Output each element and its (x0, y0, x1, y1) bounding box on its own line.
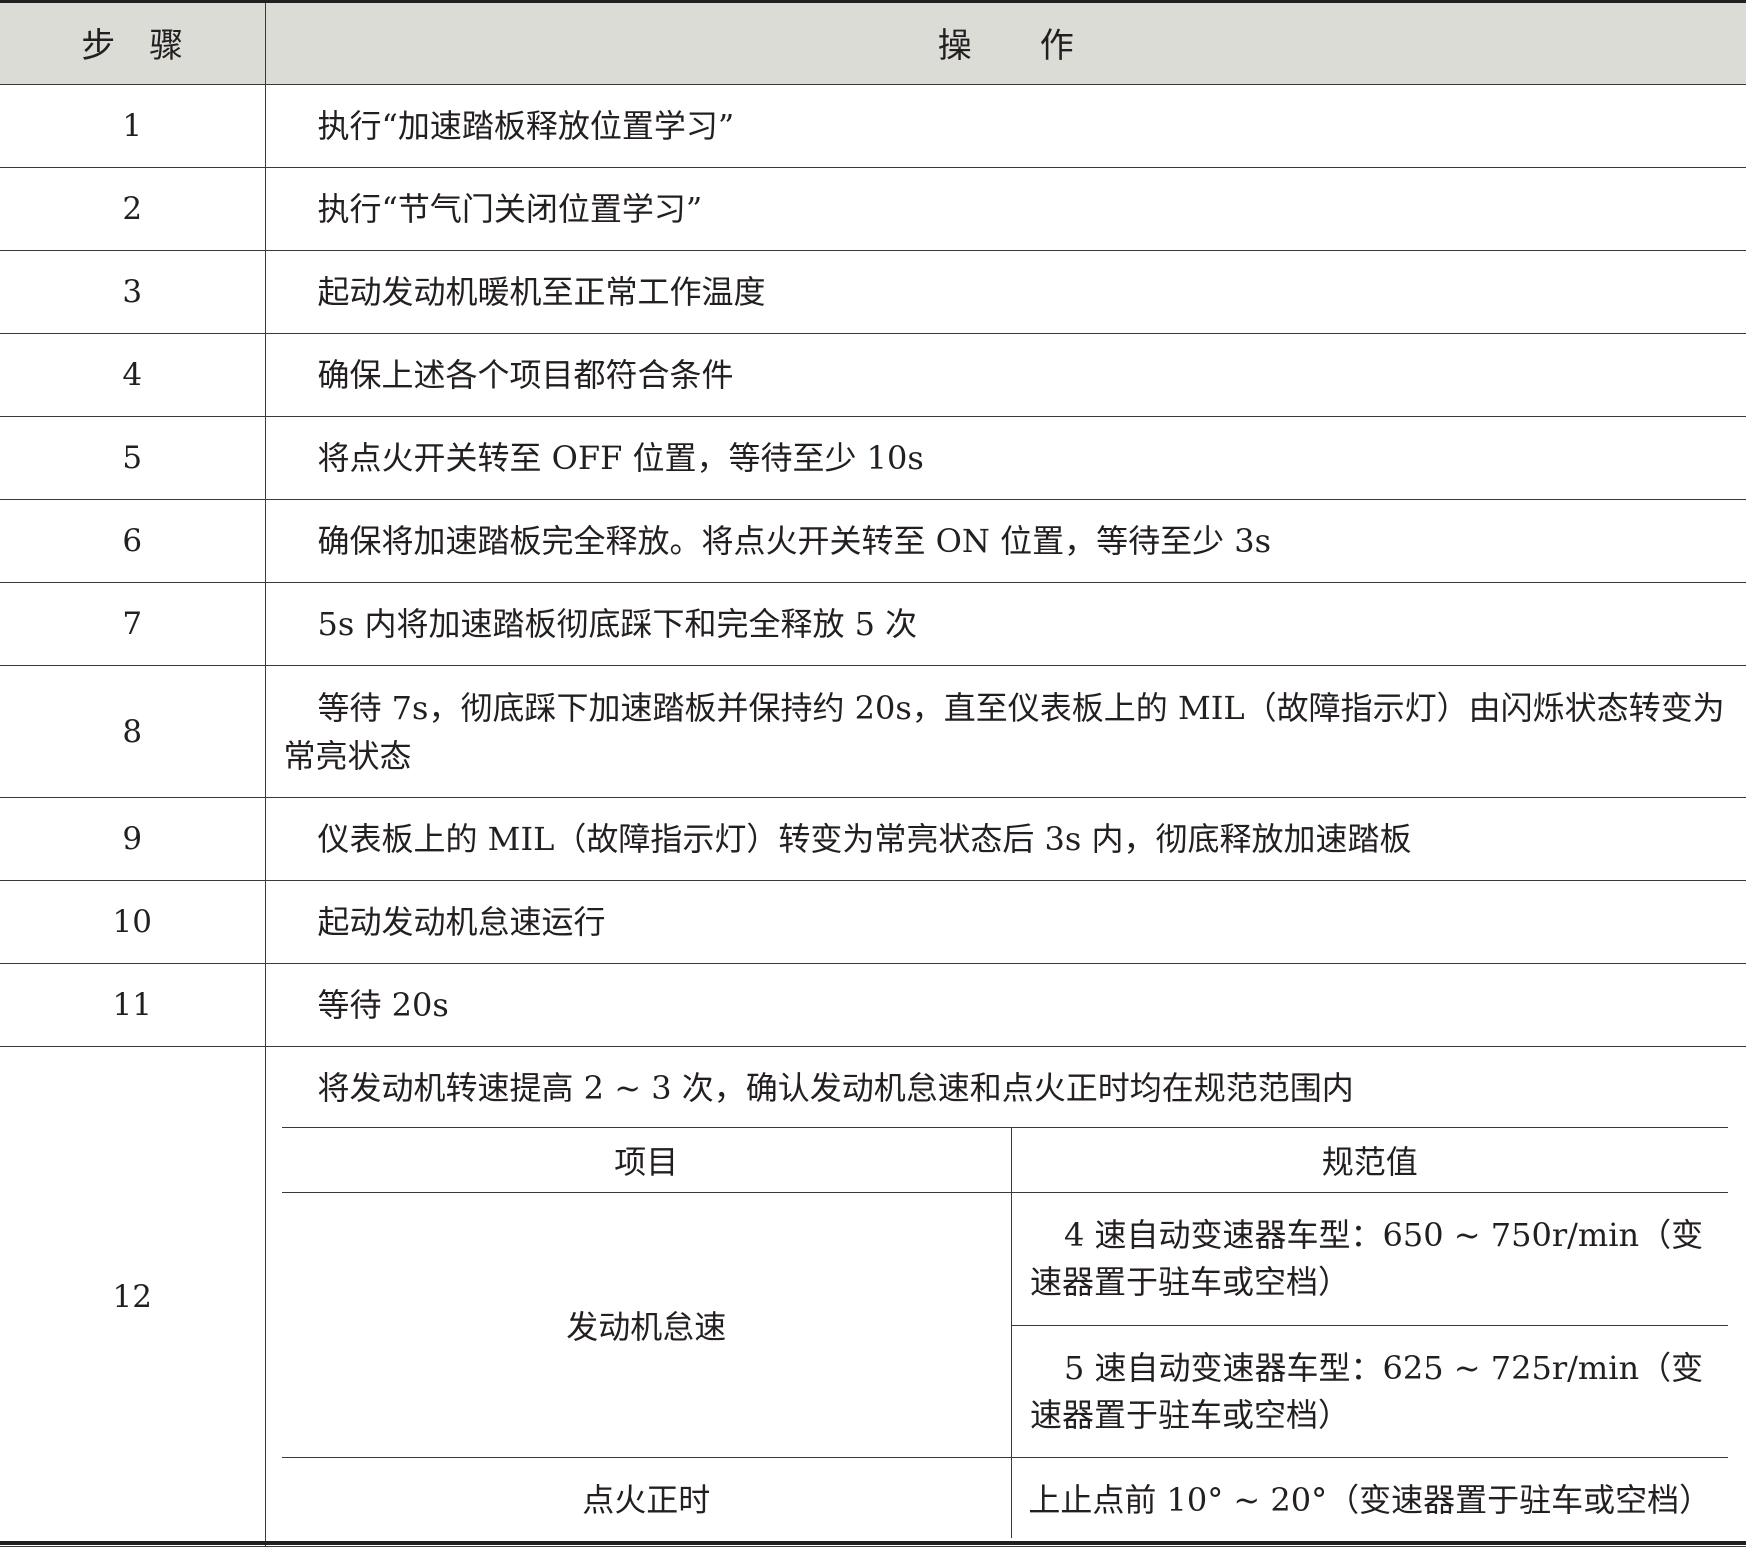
step-operation: 将点火开关转至 OFF 位置，等待至少 10s (265, 417, 1746, 500)
step-number: 2 (0, 168, 265, 251)
step-operation-with-spec: 将发动机转速提高 2 ~ 3 次，确认发动机怠速和点火正时均在规范范围内 项目 … (265, 1047, 1746, 1547)
spec-item-timing: 点火正时 (282, 1458, 1012, 1538)
step-number: 3 (0, 251, 265, 334)
spec-header-value: 规范值 (1012, 1128, 1728, 1193)
table-row: 4 确保上述各个项目都符合条件 (0, 334, 1746, 417)
table-row: 7 5s 内将加速踏板彻底踩下和完全释放 5 次 (0, 583, 1746, 666)
table-row: 3 起动发动机暖机至正常工作温度 (0, 251, 1746, 334)
step-number: 11 (0, 964, 265, 1047)
table-bottom-rule (0, 1541, 1746, 1545)
header-step: 步 骤 (0, 1, 265, 85)
spec-header-item: 项目 (282, 1128, 1012, 1193)
step-number: 7 (0, 583, 265, 666)
table-row: 9 仪表板上的 MIL（故障指示灯）转变为常亮状态后 3s 内，彻底释放加速踏板 (0, 798, 1746, 881)
step-operation: 执行“加速踏板释放位置学习” (265, 85, 1746, 168)
table-row: 6 确保将加速踏板完全释放。将点火开关转至 ON 位置，等待至少 3s (0, 500, 1746, 583)
step-operation: 等待 7s，彻底踩下加速踏板并保持约 20s，直至仪表板上的 MIL（故障指示灯… (265, 666, 1746, 798)
table-row: 10 起动发动机怠速运行 (0, 881, 1746, 964)
table-header-row: 步 骤 操 作 (0, 1, 1746, 85)
spec-value-idle-4speed: 4 速自动变速器车型：650 ~ 750r/min（变速器置于驻车或空档） (1012, 1193, 1728, 1326)
step-operation: 仪表板上的 MIL（故障指示灯）转变为常亮状态后 3s 内，彻底释放加速踏板 (265, 798, 1746, 881)
step-operation: 执行“节气门关闭位置学习” (265, 168, 1746, 251)
spec-value-timing: 上止点前 10° ~ 20°（变速器置于驻车或空档） (1012, 1458, 1728, 1538)
table-row: 2 执行“节气门关闭位置学习” (0, 168, 1746, 251)
step-number: 10 (0, 881, 265, 964)
step-operation: 起动发动机怠速运行 (265, 881, 1746, 964)
step-number: 1 (0, 85, 265, 168)
spec-row: 发动机怠速 4 速自动变速器车型：650 ~ 750r/min（变速器置于驻车或… (282, 1193, 1728, 1326)
spec-header-row: 项目 规范值 (282, 1128, 1728, 1193)
step-number: 9 (0, 798, 265, 881)
table-row: 11 等待 20s (0, 964, 1746, 1047)
header-operation: 操 作 (265, 1, 1746, 85)
step-number: 12 (0, 1047, 265, 1547)
spec-item-idle: 发动机怠速 (282, 1193, 1012, 1458)
step-number: 6 (0, 500, 265, 583)
procedure-table: 步 骤 操 作 1 执行“加速踏板释放位置学习” 2 执行“节气门关闭位置学习”… (0, 0, 1746, 1547)
table-row: 1 执行“加速踏板释放位置学习” (0, 85, 1746, 168)
table-row: 5 将点火开关转至 OFF 位置，等待至少 10s (0, 417, 1746, 500)
step-operation: 5s 内将加速踏板彻底踩下和完全释放 5 次 (265, 583, 1746, 666)
step-number: 5 (0, 417, 265, 500)
table-row-step-12: 12 将发动机转速提高 2 ~ 3 次，确认发动机怠速和点火正时均在规范范围内 … (0, 1047, 1746, 1547)
step-operation: 等待 20s (265, 964, 1746, 1047)
step-operation: 确保将加速踏板完全释放。将点火开关转至 ON 位置，等待至少 3s (265, 500, 1746, 583)
spec-value-idle-5speed: 5 速自动变速器车型：625 ~ 725r/min（变速器置于驻车或空档） (1012, 1326, 1728, 1458)
table-top-rule (0, 0, 1746, 3)
step-number: 4 (0, 334, 265, 417)
table-row: 8 等待 7s，彻底踩下加速踏板并保持约 20s，直至仪表板上的 MIL（故障指… (0, 666, 1746, 798)
step-number: 8 (0, 666, 265, 798)
step-operation: 将发动机转速提高 2 ~ 3 次，确认发动机怠速和点火正时均在规范范围内 (266, 1047, 1746, 1127)
step-operation: 确保上述各个项目都符合条件 (265, 334, 1746, 417)
step-operation: 起动发动机暖机至正常工作温度 (265, 251, 1746, 334)
spec-row: 点火正时 上止点前 10° ~ 20°（变速器置于驻车或空档） (282, 1458, 1728, 1538)
spec-table: 项目 规范值 发动机怠速 4 速自动变速器车型：650 ~ 750r/min（变… (282, 1127, 1728, 1538)
procedure-sheet: 步 骤 操 作 1 执行“加速踏板释放位置学习” 2 执行“节气门关闭位置学习”… (0, 0, 1746, 1545)
